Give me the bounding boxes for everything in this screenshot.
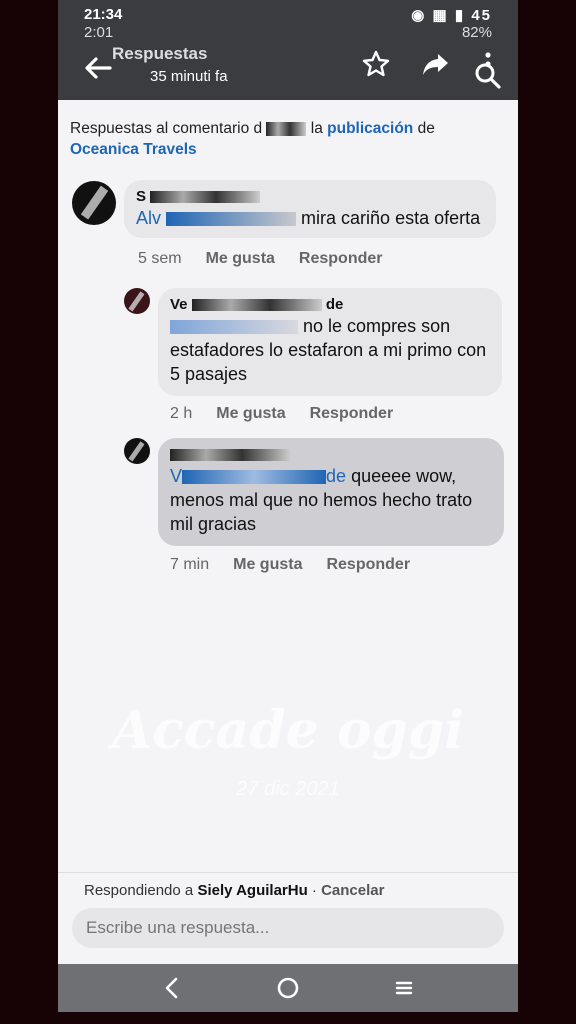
mention-link[interactable]: Alv <box>136 208 161 228</box>
like-button[interactable]: Me gusta <box>233 556 302 574</box>
context-middle: la <box>310 120 323 137</box>
page-subtitle: 35 minuti fa <box>150 68 228 85</box>
avatar[interactable] <box>124 288 150 314</box>
reply-button[interactable]: Responder <box>310 405 394 423</box>
comment-actions: 7 min Me gusta Responder <box>170 556 410 574</box>
comment-author[interactable]: Ve de <box>170 296 490 314</box>
author-name: S <box>136 188 147 205</box>
page-title: Respuestas <box>112 44 208 63</box>
star-icon[interactable] <box>360 48 392 80</box>
status-icons: ◉ ▦ ▮ 45 <box>411 7 492 24</box>
redacted-block <box>150 191 261 204</box>
comment-body: mira cariño esta oferta <box>301 208 481 228</box>
replying-to: Respondiendo a Siely AguilarHu · Cancela… <box>84 882 384 899</box>
redacted-block <box>191 299 322 312</box>
comment-context: Respuestas al comentario d la publicació… <box>70 118 500 160</box>
system-nav-bar <box>58 964 518 1012</box>
nav-home-icon[interactable] <box>274 974 302 1002</box>
redacted-block <box>170 320 298 335</box>
mention-link[interactable]: V <box>170 466 182 486</box>
comment-actions: 5 sem Me gusta Responder <box>138 250 383 268</box>
comment-actions: 2 h Me gusta Responder <box>170 405 393 423</box>
back-arrow-icon[interactable] <box>80 50 116 86</box>
comment-bubble: Ve de no le compres son estafadores lo e… <box>158 288 502 396</box>
watermark-title: Accade oggi <box>111 700 465 761</box>
comment-text: no le compres son estafadores lo estafar… <box>170 314 490 386</box>
avatar[interactable] <box>72 181 116 225</box>
inner-status-bar: 2:01 82% <box>84 24 492 41</box>
publication-link[interactable]: publicación <box>327 120 413 137</box>
replying-name: Siely AguilarHu <box>197 882 308 899</box>
comment-time: 5 sem <box>138 250 182 267</box>
author-name: Ve <box>170 296 188 313</box>
status-time: 21:34 <box>84 6 123 23</box>
inner-battery-level: 82% <box>461 24 492 41</box>
comment-bubble: S Alv mira cariño esta oferta <box>124 180 496 238</box>
comment-time: 2 h <box>170 405 193 422</box>
watermark-date: 27 dic 2021 <box>236 778 340 800</box>
comment-body: menos mal que no hemos hecho trato mil g… <box>170 490 473 534</box>
avatar[interactable] <box>124 438 150 464</box>
battery-level: 45 <box>471 7 492 24</box>
context-suffix: de <box>417 120 435 137</box>
context-prefix: Respuestas al comentario d <box>70 120 263 137</box>
comment-author[interactable] <box>170 446 492 464</box>
nav-recents-icon[interactable] <box>390 974 418 1002</box>
like-button[interactable]: Me gusta <box>216 405 285 423</box>
comment-author[interactable]: S <box>136 188 484 206</box>
comment-text: Vde queeee wow, menos mal que no hemos he… <box>170 464 492 536</box>
comment-body-line1: queeee wow, <box>351 466 457 486</box>
top-bar: 21:34 ◉ ▦ ▮ 45 2:01 82% Respuestas 35 mi… <box>58 0 518 100</box>
comment-bubble: Vde queeee wow, menos mal que no hemos he… <box>158 438 504 546</box>
replying-prefix: Respondiendo a <box>84 882 194 899</box>
redacted-block <box>166 212 297 227</box>
redacted-block <box>170 449 290 462</box>
status-bar: 21:34 ◉ ▦ ▮ 45 <box>84 6 492 24</box>
separator: · <box>307 882 322 899</box>
mention-link-end[interactable]: de <box>326 466 346 486</box>
reply-button[interactable]: Responder <box>299 250 383 268</box>
nav-back-icon[interactable] <box>158 974 186 1002</box>
reply-button[interactable]: Responder <box>326 556 410 574</box>
comment-time: 7 min <box>170 556 210 573</box>
redacted-block <box>182 470 327 485</box>
cancel-reply-button[interactable]: Cancelar <box>321 882 384 899</box>
reply-input[interactable] <box>72 908 504 948</box>
inner-status-time: 2:01 <box>84 24 114 41</box>
comment-text: Alv mira cariño esta oferta <box>136 206 484 230</box>
page-link[interactable]: Oceanica Travels <box>70 141 197 158</box>
like-button[interactable]: Me gusta <box>206 250 275 268</box>
redacted-block <box>266 121 307 136</box>
share-icon[interactable] <box>420 48 452 80</box>
phone-screen: 21:34 ◉ ▦ ▮ 45 2:01 82% Respuestas 35 mi… <box>58 0 518 1012</box>
author-name-end: de <box>325 296 344 313</box>
more-icon[interactable] <box>480 50 496 78</box>
